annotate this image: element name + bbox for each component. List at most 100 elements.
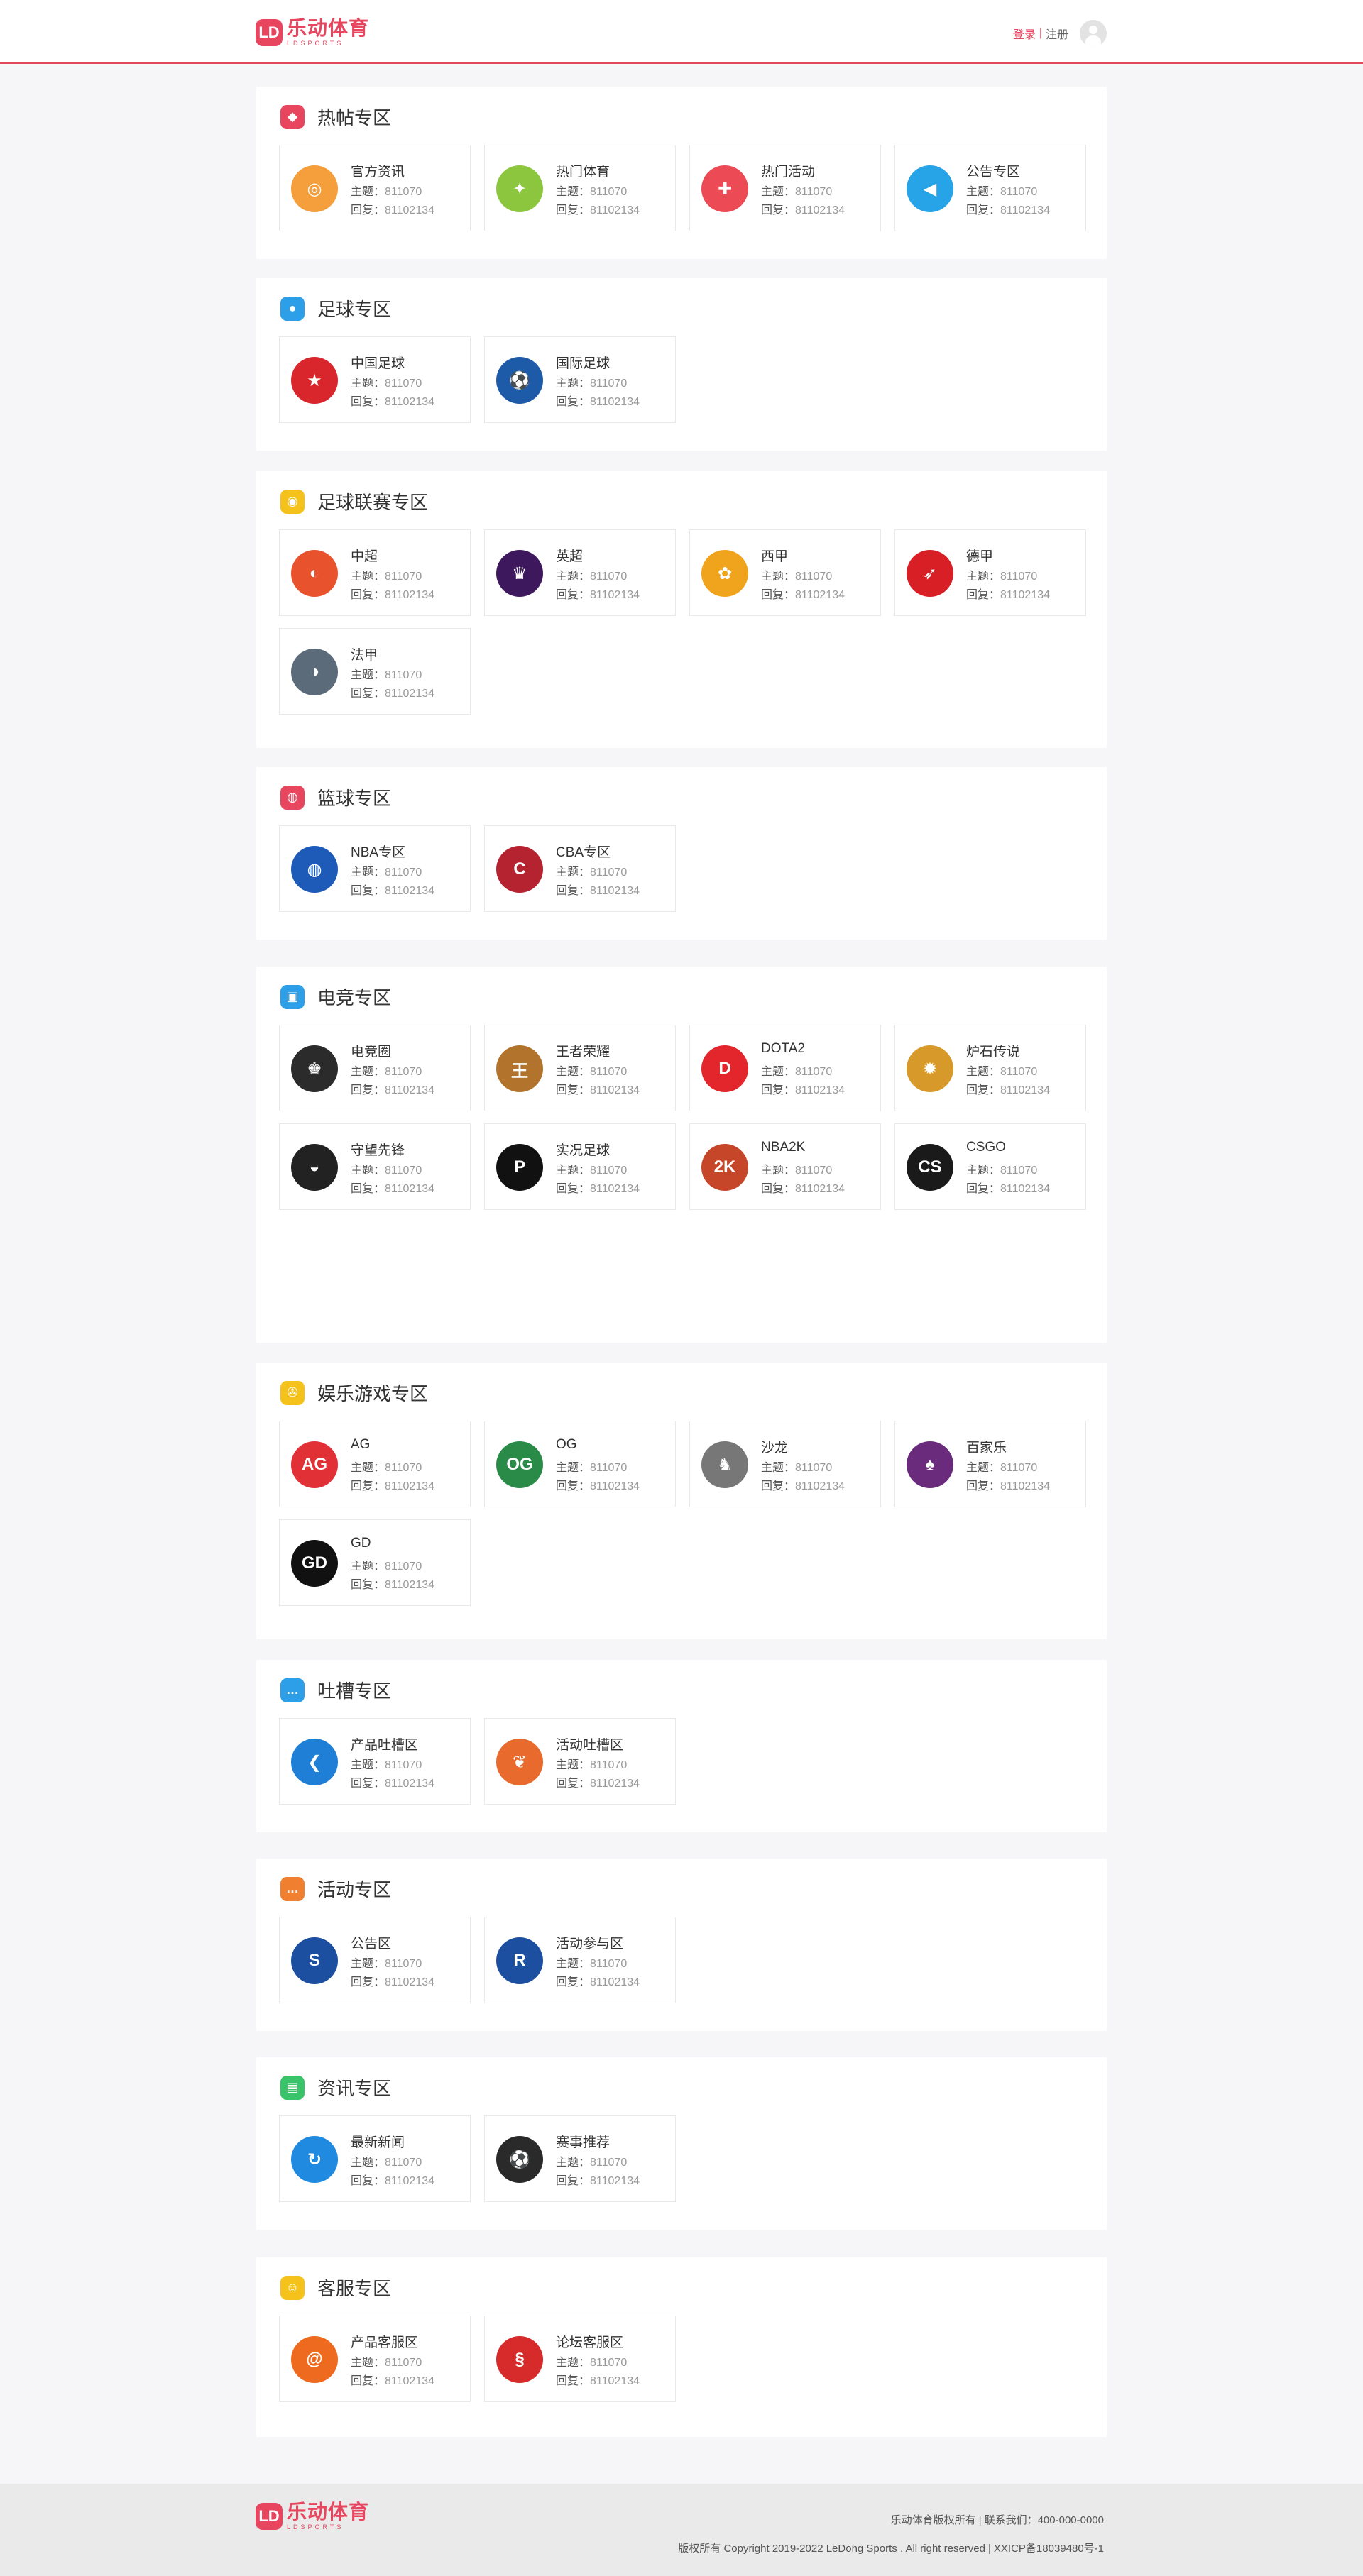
board-card[interactable]: ◎ 官方资讯 主题：811070 回复：81102134	[279, 145, 471, 231]
board-card[interactable]: ♞ 沙龙 主题：811070 回复：81102134	[689, 1421, 881, 1507]
replies-label: 回复：	[351, 2375, 385, 2387]
salon-lion-icon: ♞	[701, 1441, 748, 1488]
board-topics: 主题：811070	[351, 566, 422, 583]
board-replies: 回复：81102134	[966, 1080, 1050, 1097]
topics-count: 811070	[795, 1066, 833, 1078]
board-card[interactable]: AG AG 主题：811070 回复：81102134	[279, 1421, 471, 1507]
replies-label: 回复：	[556, 589, 591, 601]
login-link[interactable]: 登录	[1013, 25, 1036, 42]
gamepad-icon: ▣	[280, 984, 305, 1009]
board-name: 英超	[556, 549, 584, 564]
board-card[interactable]: 王王者荣耀 主题：811070 回复：81102134	[484, 1025, 676, 1111]
board-replies: 回复：81102134	[351, 881, 434, 898]
section-title: 客服专区	[317, 2278, 392, 2299]
board-card[interactable]: § 论坛客服区 主题：811070 回复：81102134	[484, 2316, 676, 2402]
section-header: ● 足球专区	[280, 295, 391, 321]
board-card[interactable]: ✦ 热门体育 主题：811070 回复：81102134	[484, 145, 676, 231]
board-topics: 主题：811070	[966, 1062, 1037, 1079]
board-card[interactable]: GD GD 主题：811070 回复：81102134	[279, 1519, 471, 1606]
auth-separator: |	[1039, 27, 1042, 39]
board-card[interactable]: ↻ 最新新闻 主题：811070 回复：81102134	[279, 2115, 471, 2202]
board-topics: 主题：811070	[761, 566, 832, 583]
section-title: 足球联赛专区	[317, 492, 429, 513]
board-replies: 回复：81102134	[351, 1773, 434, 1790]
board-card[interactable]: @ 产品客服区 主题：811070 回复：81102134	[279, 2316, 471, 2402]
board-name: 公告区	[351, 1937, 392, 1952]
board-card[interactable]: ❮ 产品吐槽区 主题：811070 回复：81102134	[279, 1718, 471, 1805]
board-card[interactable]: P 实况足球 主题：811070 回复：81102134	[484, 1123, 676, 1210]
replies-label: 回复：	[351, 1778, 385, 1790]
board-name: OG	[556, 1437, 577, 1452]
footer-logo[interactable]: LD 乐动体育 LDSPORTS	[256, 2502, 369, 2531]
board-card[interactable]: ➶ 德甲 主题：811070 回复：81102134	[894, 529, 1086, 616]
topics-count: 811070	[385, 1561, 422, 1573]
site-logo[interactable]: LD 乐动体育 LDSPORTS	[256, 18, 369, 47]
support-agent-icon: ☺	[280, 2275, 305, 2300]
replies-label: 回复：	[351, 1976, 385, 1988]
replies-count: 81102134	[590, 1976, 640, 1988]
replies-label: 回复：	[556, 2175, 591, 2187]
board-card[interactable]: ♚ 电竞圈 主题：811070 回复：81102134	[279, 1025, 471, 1111]
board-topics: 主题：811070	[761, 1160, 832, 1177]
footer-contact-link[interactable]: 联系我们：400-000-0000	[985, 2514, 1104, 2526]
board-card[interactable]: ◀ 公告专区 主题：811070 回复：81102134	[894, 145, 1086, 231]
board-card[interactable]: ◐ 中超 主题：811070 回复：81102134	[279, 529, 471, 616]
board-name: CSGO	[966, 1140, 1006, 1155]
topics-count: 811070	[385, 1066, 422, 1078]
board-card[interactable]: D DOTA2 主题：811070 回复：81102134	[689, 1025, 881, 1111]
replies-count: 81102134	[1000, 1480, 1051, 1492]
board-card[interactable]: 2K NBA2K 主题：811070 回复：81102134	[689, 1123, 881, 1210]
replies-count: 81102134	[385, 1480, 435, 1492]
replies-count: 81102134	[1000, 1183, 1051, 1195]
board-card[interactable]: ✚ 热门活动 主题：811070 回复：81102134	[689, 145, 881, 231]
footer-icp[interactable]: XXICP备18039480号-1	[994, 2543, 1104, 2555]
board-card[interactable]: ✿ 西甲 主题：811070 回复：81102134	[689, 529, 881, 616]
topics-label: 主题：	[351, 1165, 385, 1177]
ligue1-logo-icon: ◑	[291, 649, 338, 695]
board-topics: 主题：811070	[556, 1458, 627, 1475]
board-card[interactable]: ♠ 百家乐 主题：811070 回复：81102134	[894, 1421, 1086, 1507]
board-card[interactable]: ◑ 法甲 主题：811070 回复：81102134	[279, 628, 471, 715]
board-card[interactable]: ⚽ 国际足球 主题：811070 回复：81102134	[484, 336, 676, 423]
board-name: 德甲	[966, 549, 994, 564]
board-card[interactable]: S 公告区 主题：811070 回复：81102134	[279, 1917, 471, 2003]
replies-label: 回复：	[556, 1480, 591, 1492]
board-card[interactable]: OG OG 主题：811070 回复：81102134	[484, 1421, 676, 1507]
topics-count: 811070	[385, 571, 422, 583]
board-replies: 回复：81102134	[556, 392, 640, 409]
soccer-ball-icon: ●	[280, 296, 305, 321]
replies-label: 回复：	[761, 589, 796, 601]
board-card[interactable]: ♛ 英超 主题：811070 回复：81102134	[484, 529, 676, 616]
topics-count: 811070	[590, 1958, 628, 1970]
board-card[interactable]: ❦ 活动吐槽区 主题：811070 回复：81102134	[484, 1718, 676, 1805]
board-card[interactable]: CS CSGO 主题：811070 回复：81102134	[894, 1123, 1086, 1210]
board-card[interactable]: ◒ 守望先锋 主题：811070 回复：81102134	[279, 1123, 471, 1210]
topics-label: 主题：	[351, 2357, 385, 2369]
topics-label: 主题：	[351, 1066, 385, 1078]
board-card[interactable]: ✹ 炉石传说 主题：811070 回复：81102134	[894, 1025, 1086, 1111]
board-card[interactable]: C CBA专区 主题：811070 回复：81102134	[484, 825, 676, 912]
board-topics: 主题：811070	[761, 1062, 832, 1079]
replies-label: 回复：	[351, 885, 385, 897]
board-card[interactable]: ★ 中国足球 主题：811070 回复：81102134	[279, 336, 471, 423]
replies-count: 81102134	[590, 1183, 640, 1195]
board-topics: 主题：811070	[556, 566, 627, 583]
board-card[interactable]: R 活动参与区 主题：811070 回复：81102134	[484, 1917, 676, 2003]
user-avatar-icon[interactable]	[1080, 20, 1107, 47]
board-replies: 回复：81102134	[966, 1476, 1050, 1493]
ag-logo-icon: AG	[291, 1441, 338, 1488]
board-card[interactable]: ◍ NBA专区 主题：811070 回复：81102134	[279, 825, 471, 912]
trophy-icon: ◉	[280, 489, 305, 514]
register-link[interactable]: 注册	[1046, 25, 1068, 42]
replies-count: 81102134	[385, 2175, 435, 2187]
board-replies: 回复：81102134	[351, 1080, 434, 1097]
section-0: ◆ 热帖专区 ◎ 官方资讯 主题：811070 回复：81102134 ✦ 热门体育 主题：81…	[256, 87, 1107, 259]
topics-count: 811070	[385, 866, 422, 879]
board-topics: 主题：811070	[351, 373, 422, 390]
replies-label: 回复：	[351, 1480, 385, 1492]
auth-area: 登录 | 注册	[1013, 20, 1107, 47]
topics-count: 811070	[385, 669, 422, 681]
board-card[interactable]: ⚽ 赛事推荐 主题：811070 回复：81102134	[484, 2115, 676, 2202]
site-footer: LD 乐动体育 LDSPORTS 乐动体育版权所有 | 联系我们：400-000-0…	[0, 2484, 1363, 2576]
board-topics: 主题：811070	[351, 1160, 422, 1177]
